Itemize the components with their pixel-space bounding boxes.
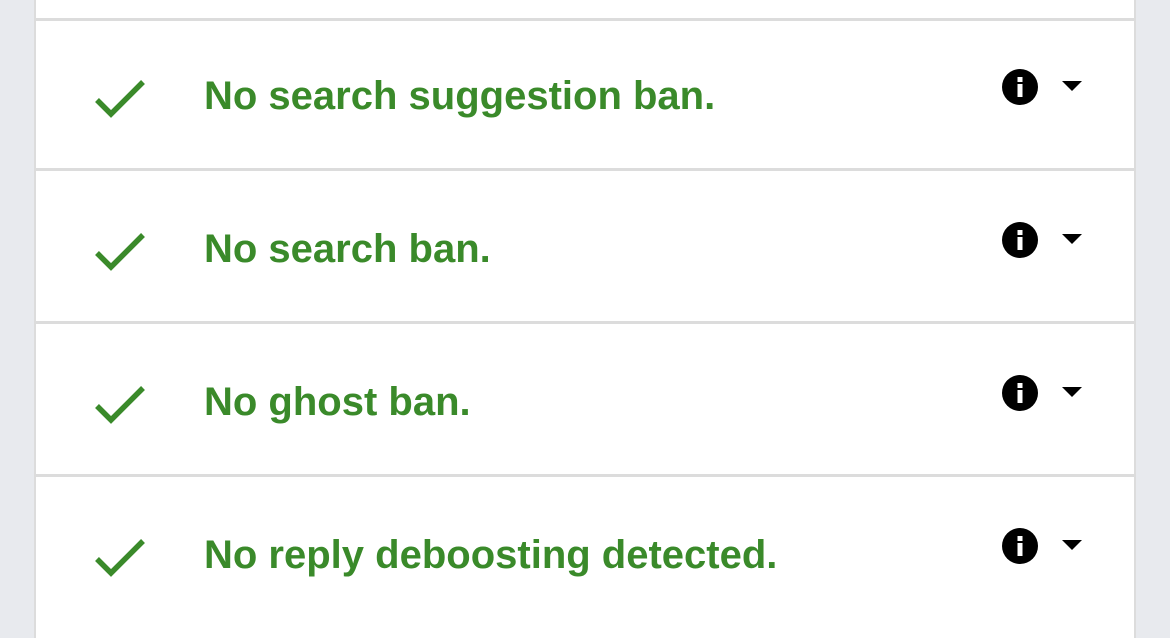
checkmark-icon — [94, 232, 146, 272]
info-icon[interactable] — [1002, 222, 1038, 258]
check-label: No search ban. — [204, 227, 491, 271]
check-label: No reply deboosting detected. — [204, 533, 778, 577]
caret-down-icon[interactable] — [1062, 387, 1082, 399]
check-label: No search suggestion ban. — [204, 74, 716, 118]
info-icon[interactable] — [1002, 69, 1038, 105]
info-icon[interactable] — [1002, 528, 1038, 564]
checkmark-icon — [94, 79, 146, 119]
check-label: No ghost ban. — [204, 380, 471, 424]
check-row-search-ban[interactable]: No search ban. — [36, 174, 1134, 324]
checkmark-icon — [94, 385, 146, 425]
check-row-search-suggestion-ban[interactable]: No search suggestion ban. — [36, 21, 1134, 171]
results-card: No search suggestion ban. No search ban.… — [34, 0, 1136, 638]
caret-down-icon[interactable] — [1062, 540, 1082, 552]
check-row-ghost-ban[interactable]: No ghost ban. — [36, 327, 1134, 477]
info-icon[interactable] — [1002, 375, 1038, 411]
caret-down-icon[interactable] — [1062, 81, 1082, 93]
caret-down-icon[interactable] — [1062, 234, 1082, 246]
check-row-reply-deboosting[interactable]: No reply deboosting detected. — [36, 480, 1134, 630]
checkmark-icon — [94, 538, 146, 578]
